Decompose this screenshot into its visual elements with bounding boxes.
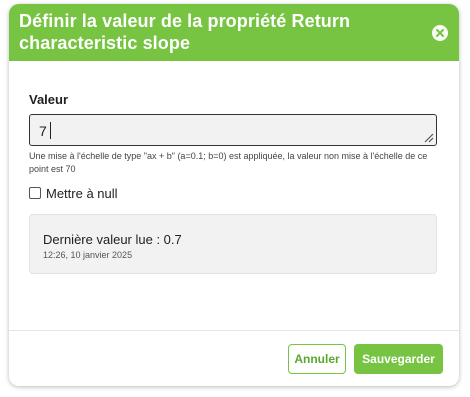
dialog-header: Définir la valeur de la propriété Return…	[9, 4, 459, 61]
last-read-panel: Dernière valeur lue : 0.7 12:26, 10 janv…	[29, 214, 437, 274]
value-label: Valeur	[29, 92, 69, 107]
null-checkbox[interactable]	[29, 187, 41, 199]
save-button[interactable]: Sauvegarder	[354, 344, 443, 374]
close-button[interactable]	[432, 25, 448, 41]
cancel-button[interactable]: Annuler	[288, 344, 346, 374]
close-icon	[436, 29, 444, 37]
resize-handle-icon[interactable]	[422, 131, 434, 143]
scaling-help-text: Une mise à l'échelle de type "ax + b" (a…	[29, 151, 428, 174]
property-value-dialog: Définir la valeur de la propriété Return…	[9, 4, 459, 386]
text-caret	[50, 122, 51, 139]
dialog-title: Définir la valeur de la propriété Return…	[19, 11, 351, 53]
null-checkbox-label[interactable]: Mettre à null	[46, 186, 118, 201]
value-input-text: 7	[39, 123, 47, 139]
footer-divider	[9, 330, 459, 331]
value-input[interactable]: 7	[29, 114, 437, 146]
last-read-value: Dernière valeur lue : 0.7	[43, 232, 182, 247]
last-read-timestamp: 12:26, 10 janvier 2025	[43, 250, 133, 260]
